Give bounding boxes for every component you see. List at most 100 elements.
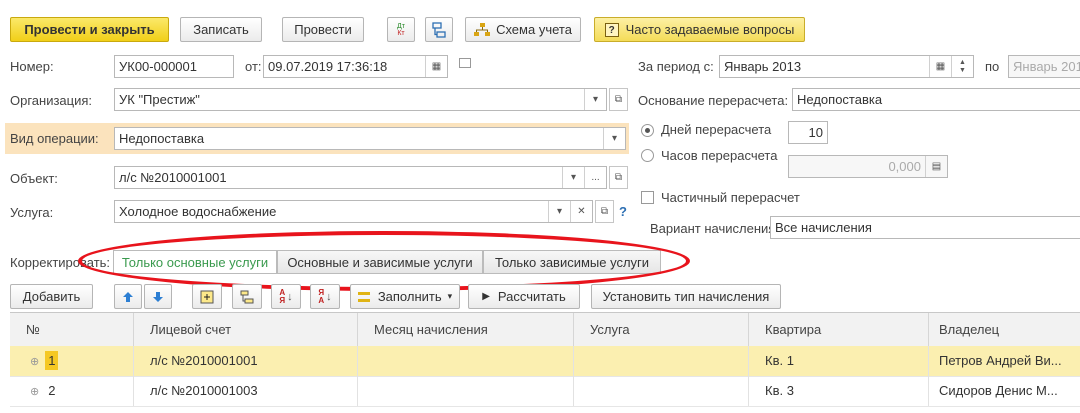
move-up-button[interactable]	[114, 284, 142, 309]
organization-field[interactable]: УК "Престиж" ▾	[114, 88, 607, 111]
period-to-field[interactable]: Январь 2013	[1008, 55, 1080, 78]
organization-value: УК "Престиж"	[119, 92, 200, 107]
hours-field[interactable]: 0,000 ▤	[788, 155, 948, 178]
collapse-rows-button[interactable]	[232, 284, 262, 309]
column-header-account[interactable]: Лицевой счет	[134, 313, 358, 346]
hours-label: Часов перерасчета	[661, 148, 778, 163]
month-cell	[358, 376, 574, 406]
correct-label: Корректировать:	[10, 255, 111, 270]
days-label: Дней перерасчета	[661, 122, 772, 137]
basis-field[interactable]: Недопоставка	[792, 88, 1080, 111]
set-charge-type-button[interactable]: Установить тип начисления	[591, 284, 781, 309]
hours-radio[interactable]	[641, 149, 654, 162]
date-field[interactable]: 09.07.2019 17:36:18 ▦	[263, 55, 448, 78]
hours-value: 0,000	[888, 159, 921, 174]
expand-icon[interactable]: ⊕	[30, 356, 39, 368]
open-icon[interactable]: ⧉	[609, 166, 628, 189]
period-to-label: по	[985, 59, 1000, 74]
owner-cell: Сидоров Денис М...	[939, 383, 1058, 398]
option-label: Основные и зависимые услуги	[287, 254, 473, 270]
column-header-service[interactable]: Услуга	[574, 313, 749, 346]
variant-field[interactable]: Все начисления	[770, 216, 1080, 239]
select-icon[interactable]: ...	[584, 167, 606, 188]
expand-icon	[200, 290, 214, 303]
help-icon[interactable]: ?	[619, 204, 627, 219]
save-label: Записать	[193, 22, 249, 37]
add-label: Добавить	[22, 289, 81, 304]
row-number: 1	[45, 351, 59, 370]
post-button[interactable]: Провести	[282, 17, 364, 42]
account-cell: л/с №2010001001	[134, 346, 358, 376]
only-main-services-option[interactable]: Только основные услуги	[113, 250, 277, 274]
dropdown-icon[interactable]: ▾	[562, 167, 584, 188]
account-scheme-label: Схема учета	[496, 22, 572, 37]
partial-label: Частичный перерасчет	[661, 190, 800, 205]
expand-rows-button[interactable]	[192, 284, 222, 309]
move-down-button[interactable]	[144, 284, 172, 309]
column-header-month[interactable]: Месяц начисления	[358, 313, 574, 346]
structure-button[interactable]	[425, 17, 453, 42]
table-row[interactable]: ⊕ 1 л/с №2010001001 Кв. 1 Петров Андрей В…	[10, 346, 1080, 377]
operation-type-value: Недопоставка	[119, 131, 205, 146]
post-and-close-button[interactable]: Провести и закрыть	[10, 17, 169, 42]
save-button[interactable]: Записать	[180, 17, 262, 42]
row-number-cell: ⊕ 2	[10, 376, 134, 406]
structure-icon	[432, 21, 446, 38]
dropdown-icon[interactable]: ▾	[584, 89, 606, 110]
flat-cell: Кв. 1	[749, 346, 929, 376]
calendar-icon[interactable]: ▦	[929, 56, 951, 77]
only-dependent-option[interactable]: Только зависимые услуги	[483, 250, 661, 274]
dt-kt-icon: Дт Кт	[397, 22, 405, 37]
month-cell	[358, 346, 574, 376]
comment-icon[interactable]	[459, 58, 471, 68]
days-field[interactable]: 10	[788, 121, 828, 144]
sort-asc-button[interactable]: А Я ↓	[271, 284, 301, 309]
operation-type-field[interactable]: Недопоставка ▾	[114, 127, 626, 150]
post-label: Провести	[294, 22, 352, 37]
table-row[interactable]: ⊕ 2 л/с №2010001003 Кв. 3 Сидоров Денис М…	[10, 376, 1080, 407]
number-label: Номер:	[10, 59, 54, 74]
partial-checkbox[interactable]	[641, 191, 654, 204]
dropdown-icon[interactable]: ▾	[548, 201, 570, 222]
days-radio[interactable]	[641, 124, 654, 137]
spinner-icon[interactable]: ▲ ▼	[951, 56, 973, 77]
variant-label: Вариант начисления:	[650, 221, 779, 236]
open-icon[interactable]: ⧉	[609, 88, 628, 111]
sort-desc-icon: ЯА	[318, 287, 325, 305]
dropdown-icon[interactable]: ▾	[603, 128, 625, 149]
clear-icon[interactable]: ✕	[570, 201, 592, 222]
flat-cell: Кв. 3	[749, 376, 929, 406]
number-field[interactable]: УК00-000001	[114, 55, 234, 78]
sort-desc-button[interactable]: Я А ↓	[310, 284, 340, 309]
calendar-icon[interactable]: ▦	[425, 56, 447, 77]
dt-kt-button[interactable]: Дт Кт	[387, 17, 415, 42]
operation-type-label: Вид операции:	[10, 131, 99, 146]
service-label: Услуга:	[10, 205, 54, 220]
service-cell	[574, 346, 749, 376]
calculate-button[interactable]: ▶ Рассчитать	[468, 284, 580, 309]
service-field[interactable]: Холодное водоснабжение ▾ ✕	[114, 200, 593, 223]
row-number: 2	[48, 383, 56, 398]
period-to-value: Январь 2013	[1013, 59, 1080, 74]
fill-button[interactable]: Заполнить ▾	[350, 284, 460, 309]
days-value: 10	[808, 125, 823, 140]
period-field[interactable]: Январь 2013 ▦ ▲ ▼	[719, 55, 974, 78]
account-scheme-button[interactable]: Схема учета	[465, 17, 581, 42]
column-header-flat[interactable]: Квартира	[749, 313, 929, 346]
add-button[interactable]: Добавить	[10, 284, 93, 309]
chevron-down-icon: ▾	[447, 291, 453, 301]
tree-icon	[240, 290, 254, 303]
faq-button[interactable]: ? Часто задаваемые вопросы	[594, 17, 805, 42]
calculator-icon[interactable]: ▤	[925, 156, 947, 177]
object-value: л/с №2010001001	[119, 170, 227, 185]
column-header-number[interactable]: №	[10, 313, 134, 346]
main-and-dependent-option[interactable]: Основные и зависимые услуги	[277, 250, 483, 274]
account-cell: л/с №2010001003	[134, 376, 358, 406]
basis-label: Основание перерасчета:	[638, 93, 789, 108]
object-field[interactable]: л/с №2010001001 ▾ ...	[114, 166, 607, 189]
open-icon[interactable]: ⧉	[595, 200, 614, 223]
variant-value: Все начисления	[775, 220, 872, 235]
expand-icon[interactable]: ⊕	[30, 386, 39, 398]
fill-icon	[357, 291, 370, 302]
column-header-owner[interactable]: Владелец	[929, 313, 1080, 346]
